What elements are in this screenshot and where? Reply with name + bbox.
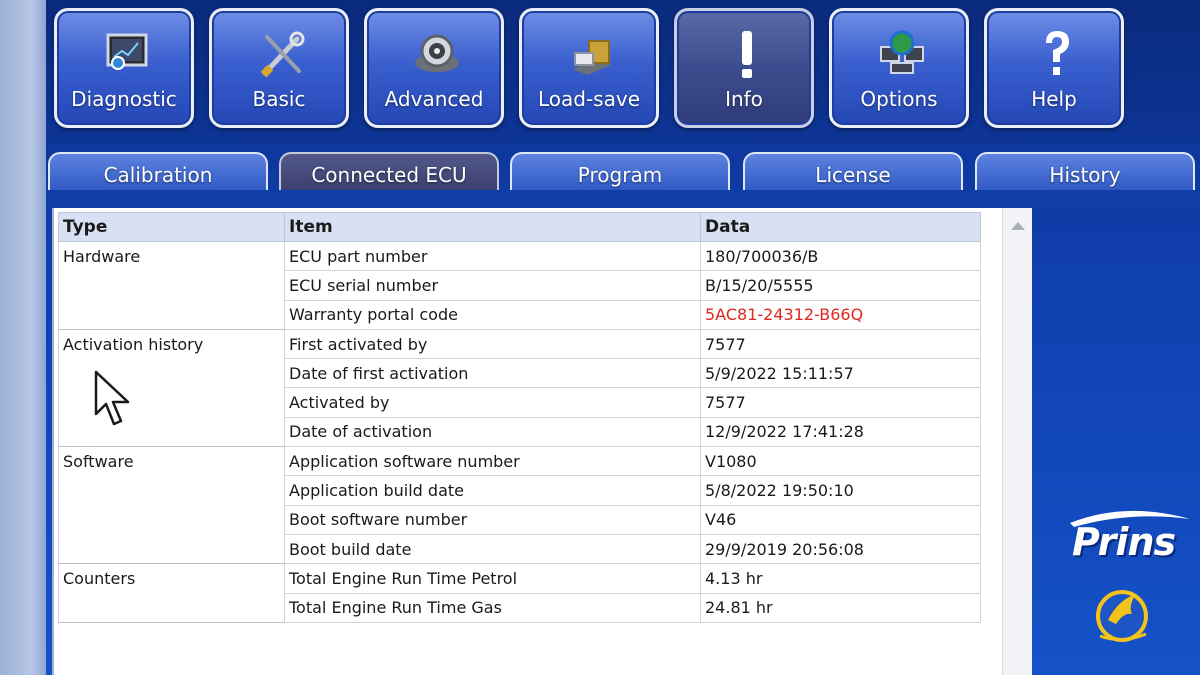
- data-cell: 29/9/2019 20:56:08: [700, 533, 981, 565]
- tab-strip: [46, 190, 1200, 208]
- garuda-emblem-icon: [1096, 590, 1148, 642]
- tab-calibration[interactable]: Calibration: [48, 152, 268, 192]
- tab-program[interactable]: Program: [510, 152, 730, 192]
- data-cell: 12/9/2022 17:41:28: [700, 416, 981, 448]
- tab-connected-ecu[interactable]: Connected ECU: [279, 152, 499, 192]
- table-row[interactable]: Activation history First activated by 75…: [58, 328, 981, 448]
- load-save-button[interactable]: Load-save: [519, 8, 659, 128]
- header-data[interactable]: Data: [700, 212, 981, 242]
- vertical-scrollbar[interactable]: [1002, 208, 1032, 675]
- load-save-label: Load-save: [537, 87, 640, 111]
- advanced-button[interactable]: Advanced: [364, 8, 504, 128]
- item-cell: Application build date: [284, 475, 701, 506]
- item-cell: Warranty portal code: [284, 299, 701, 330]
- prins-logo: Prins: [1072, 520, 1176, 564]
- scroll-up-arrow-icon[interactable]: [1011, 222, 1025, 230]
- help-button[interactable]: Help: [984, 8, 1124, 128]
- data-cell: 5/8/2022 19:50:10: [700, 475, 981, 506]
- exclamation-icon: [742, 31, 752, 78]
- type-cell: Hardware: [58, 241, 285, 330]
- info-button[interactable]: Info: [674, 8, 814, 128]
- data-cell: 7577: [700, 328, 981, 360]
- gauge-icon: [415, 34, 459, 72]
- type-cell: Software: [58, 446, 285, 565]
- options-button[interactable]: Options: [829, 8, 969, 128]
- diagnostic-label: Diagnostic: [71, 87, 177, 111]
- table-header-row: Type Item Data: [58, 212, 981, 242]
- type-cell: Counters: [58, 563, 285, 623]
- data-cell: 7577: [700, 387, 981, 418]
- item-cell: Activated by: [284, 387, 701, 418]
- header-item[interactable]: Item: [284, 212, 701, 242]
- item-cell: Total Engine Run Time Petrol: [284, 563, 701, 594]
- tab-history[interactable]: History: [975, 152, 1195, 192]
- basic-button[interactable]: Basic: [209, 8, 349, 128]
- item-cell: Date of activation: [284, 416, 701, 448]
- header-type[interactable]: Type: [58, 212, 285, 242]
- monitor-icon: [106, 33, 148, 70]
- table-row[interactable]: Hardware ECU part number 180/700036/B: [58, 240, 981, 330]
- diagnostic-button[interactable]: Diagnostic: [54, 8, 194, 128]
- advanced-label: Advanced: [384, 87, 484, 111]
- globe-computer-icon: [880, 30, 924, 74]
- tab-license[interactable]: License: [743, 152, 963, 192]
- basic-label: Basic: [252, 87, 306, 111]
- options-label: Options: [860, 87, 938, 111]
- data-cell: V46: [700, 504, 981, 535]
- mouse-pointer-icon: [94, 370, 130, 426]
- ecu-info-table: Type Item Data Hardware ECU part number …: [58, 212, 981, 623]
- data-cell: 4.13 hr: [700, 563, 981, 594]
- help-label: Help: [1031, 87, 1077, 111]
- item-cell: Total Engine Run Time Gas: [284, 592, 701, 623]
- item-cell: ECU part number: [284, 240, 701, 272]
- item-cell: Boot build date: [284, 533, 701, 565]
- data-cell: 180/700036/B: [700, 240, 981, 272]
- item-cell: Date of first activation: [284, 358, 701, 389]
- item-cell: Application software number: [284, 446, 701, 477]
- data-cell: 5/9/2022 15:11:57: [700, 358, 981, 389]
- question-icon: [1046, 31, 1069, 75]
- disk-icon: [573, 40, 611, 75]
- table-row[interactable]: Counters Total Engine Run Time Petrol 4.…: [58, 563, 981, 623]
- info-label: Info: [725, 87, 763, 111]
- left-edge-strip: [0, 0, 46, 675]
- data-cell: 24.81 hr: [700, 592, 981, 623]
- data-cell: B/15/20/5555: [700, 270, 981, 301]
- item-cell: Boot software number: [284, 504, 701, 535]
- data-cell: V1080: [700, 446, 981, 477]
- item-cell: First activated by: [284, 328, 701, 360]
- table-row[interactable]: Software Application software number V10…: [58, 446, 981, 565]
- tools-icon: [260, 31, 305, 78]
- warranty-code-cell: 5AC81-24312-B66Q: [700, 299, 981, 330]
- item-cell: ECU serial number: [284, 270, 701, 301]
